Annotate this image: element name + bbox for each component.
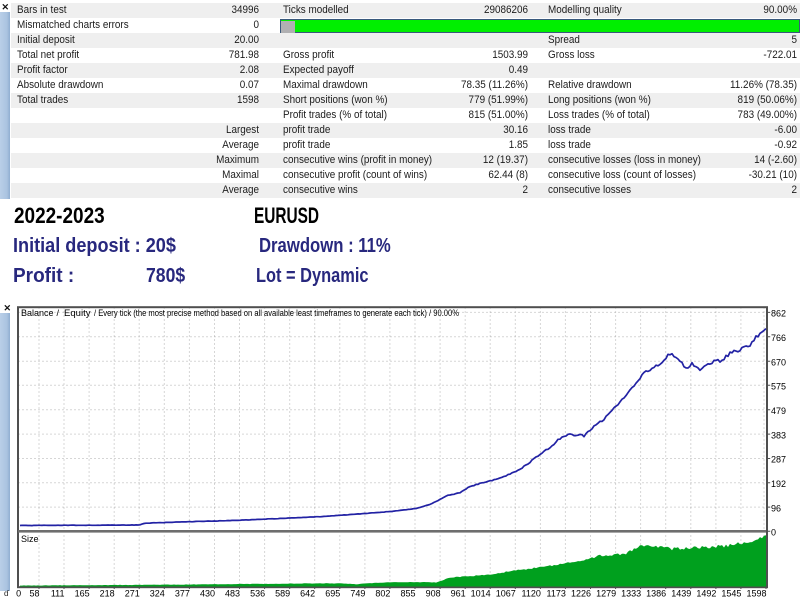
svg-text:1279: 1279 [596, 589, 616, 599]
svg-text:483: 483 [225, 589, 240, 599]
svg-text:1067: 1067 [496, 589, 516, 599]
svg-text:96: 96 [771, 503, 781, 513]
svg-text:0: 0 [16, 589, 21, 599]
svg-text:1333: 1333 [621, 589, 641, 599]
svg-text:/ Every tick (the most precise: / Every tick (the most precise method ba… [94, 308, 459, 318]
svg-text:1545: 1545 [721, 589, 741, 599]
svg-text:430: 430 [200, 589, 215, 599]
svg-text:1173: 1173 [547, 589, 566, 599]
svg-text:1014: 1014 [471, 589, 491, 599]
svg-text:855: 855 [400, 589, 415, 599]
svg-text:642: 642 [300, 589, 315, 599]
svg-text:192: 192 [771, 479, 786, 489]
svg-text:271: 271 [125, 589, 140, 599]
svg-text:324: 324 [150, 589, 165, 599]
svg-text:1598: 1598 [746, 589, 766, 599]
svg-text:Equity: Equity [64, 308, 91, 318]
svg-text:383: 383 [771, 430, 786, 440]
svg-text:1492: 1492 [696, 589, 716, 599]
svg-text:589: 589 [275, 589, 290, 599]
svg-text:1120: 1120 [522, 589, 541, 599]
svg-text:1386: 1386 [646, 589, 666, 599]
svg-text:Balance: Balance [21, 308, 54, 318]
svg-text:670: 670 [771, 357, 786, 367]
svg-text:1226: 1226 [571, 589, 591, 599]
svg-text:0: 0 [771, 527, 776, 537]
svg-text:Size: Size [21, 534, 39, 544]
svg-text:377: 377 [175, 589, 190, 599]
svg-text:575: 575 [771, 382, 786, 392]
svg-text:165: 165 [75, 589, 90, 599]
svg-text:862: 862 [771, 309, 786, 319]
svg-text:766: 766 [771, 333, 786, 343]
svg-text:908: 908 [426, 589, 441, 599]
svg-text:111: 111 [51, 589, 65, 599]
svg-text:/: / [57, 308, 60, 318]
svg-text:479: 479 [771, 406, 786, 416]
svg-text:961: 961 [451, 589, 466, 599]
svg-text:58: 58 [29, 589, 39, 599]
svg-text:749: 749 [350, 589, 365, 599]
svg-text:1439: 1439 [671, 589, 691, 599]
svg-text:802: 802 [375, 589, 390, 599]
svg-text:695: 695 [325, 589, 340, 599]
svg-text:218: 218 [100, 589, 115, 599]
svg-text:287: 287 [771, 455, 786, 465]
svg-text:536: 536 [250, 589, 265, 599]
